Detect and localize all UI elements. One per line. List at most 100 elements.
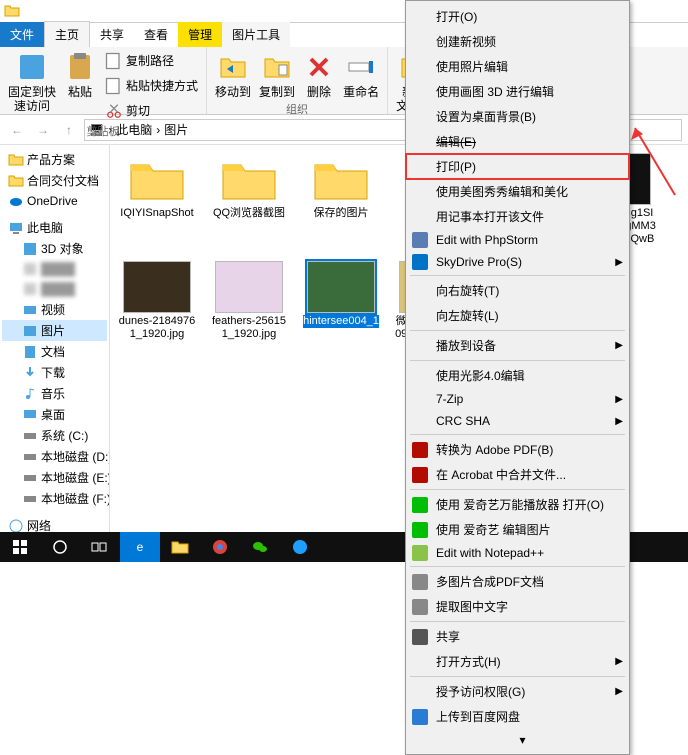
rename-button[interactable]: 重命名 <box>341 49 381 101</box>
menu-separator <box>410 621 625 622</box>
menu-item[interactable]: 打开(O) <box>406 4 629 29</box>
menu-item[interactable]: 多图片合成PDF文档 <box>406 569 629 594</box>
menu-item[interactable]: Edit with Notepad++ <box>406 542 629 564</box>
menu-item[interactable]: 向左旋转(L) <box>406 303 629 328</box>
menu-item-label: 创建新视频 <box>436 33 496 50</box>
tab-home[interactable]: 主页 <box>44 21 90 47</box>
tree-diskf[interactable]: 本地磁盘 (F:) <box>2 488 107 509</box>
file-item[interactable]: dunes-21849761_1920.jpg <box>118 261 196 355</box>
menu-item[interactable]: 播放到设备▶ <box>406 333 629 358</box>
menu-item-label: 播放到设备 <box>436 337 496 354</box>
tree-diske[interactable]: 本地磁盘 (E:) <box>2 467 107 488</box>
delete-button[interactable]: 删除 <box>301 49 337 101</box>
menu-item[interactable]: 共享 <box>406 624 629 649</box>
moveto-button[interactable]: 移动到 <box>213 49 253 101</box>
menu-item[interactable]: 打印(P) <box>406 154 629 179</box>
tree-downloads[interactable]: 下载 <box>2 362 107 383</box>
menu-item[interactable]: 使用 爱奇艺 编辑图片 <box>406 517 629 542</box>
pasteshortcut-button[interactable]: 粘贴快捷方式 <box>102 74 200 98</box>
tree-music[interactable]: 音乐 <box>2 383 107 404</box>
cut-button[interactable]: 剪切 <box>102 99 200 123</box>
submenu-arrow-icon: ▶ <box>615 656 623 667</box>
menu-separator <box>410 275 625 276</box>
tree-videos[interactable]: 视频 <box>2 299 107 320</box>
crumb-pictures[interactable]: 图片 <box>164 121 188 138</box>
menu-item[interactable]: 7-Zip▶ <box>406 388 629 410</box>
menu-item-label: 使用光影4.0编辑 <box>436 367 525 384</box>
file-item[interactable]: hintersee004_1 <box>302 261 380 355</box>
menu-item[interactable]: 打开方式(H)▶ <box>406 649 629 674</box>
tree-diskd[interactable]: 本地磁盘 (D:) <box>2 446 107 467</box>
tab-file[interactable]: 文件 <box>0 22 44 47</box>
crumb-pc[interactable]: 此电脑 <box>116 121 152 138</box>
menu-item[interactable]: 设置为桌面背景(B) <box>406 104 629 129</box>
file-item[interactable]: IQIYISnapShot <box>118 153 196 247</box>
context-menu[interactable]: 打开(O) 创建新视频使用照片编辑使用画图 3D 进行编辑设置为桌面背景(B)编辑… <box>405 0 630 755</box>
menu-item-label: 提取图中文字 <box>436 598 508 615</box>
nav-tree[interactable]: 产品方案 合同交付文档 OneDrive 此电脑 3D 对象 ████ ████… <box>0 145 110 539</box>
menu-item[interactable]: 使用画图 3D 进行编辑 <box>406 79 629 104</box>
app-icon[interactable] <box>280 532 320 562</box>
menu-separator <box>410 330 625 331</box>
menu-item-label: 使用美图秀秀编辑和美化 <box>436 183 568 200</box>
chrome-icon[interactable] <box>200 532 240 562</box>
tree-pictures[interactable]: 图片 <box>2 320 107 341</box>
menu-item[interactable]: 使用美图秀秀编辑和美化 <box>406 179 629 204</box>
menu-item[interactable]: SkyDrive Pro(S)▶ <box>406 251 629 273</box>
folder-icon <box>4 3 20 19</box>
menu-item[interactable]: 使用 爱奇艺万能播放器 打开(O) <box>406 492 629 517</box>
taskview-button[interactable] <box>80 532 120 562</box>
tree-thispc[interactable]: 此电脑 <box>2 217 107 238</box>
tree-quick1[interactable]: 产品方案 <box>2 149 107 170</box>
file-item[interactable]: feathers-256151_1920.jpg <box>210 261 288 355</box>
submenu-arrow-icon: ▶ <box>615 394 623 405</box>
menu-item[interactable]: 用记事本打开该文件 <box>406 204 629 229</box>
menu-item-label: 授予访问权限(G) <box>436 683 525 700</box>
tree-docs[interactable]: 文档 <box>2 341 107 362</box>
tree-sysc[interactable]: 系统 (C:) <box>2 425 107 446</box>
menu-item-label: 向右旋转(T) <box>436 282 499 299</box>
explorer-icon[interactable] <box>160 532 200 562</box>
cortana-button[interactable] <box>40 532 80 562</box>
tab-manage[interactable]: 管理 <box>178 22 222 47</box>
menu-item-icon <box>412 442 428 458</box>
file-item[interactable]: QQ浏览器截图 <box>210 153 288 247</box>
menu-item-label: 打印(P) <box>436 158 476 175</box>
menu-item[interactable]: 向右旋转(T) <box>406 278 629 303</box>
file-item[interactable]: 保存的图片 <box>302 153 380 247</box>
menu-item[interactable]: 在 Acrobat 中合并文件... <box>406 462 629 487</box>
wechat-icon[interactable] <box>240 532 280 562</box>
folder-icon <box>307 153 375 205</box>
menu-item[interactable]: 使用光影4.0编辑 <box>406 363 629 388</box>
menu-item-icon <box>412 629 428 645</box>
tab-share[interactable]: 共享 <box>90 22 134 47</box>
menu-item[interactable]: 授予访问权限(G)▶ <box>406 679 629 704</box>
tree-blurred2[interactable]: ████ <box>2 279 107 299</box>
edge-icon[interactable]: e <box>120 532 160 562</box>
menu-item[interactable]: 编辑(E) <box>406 129 629 154</box>
tree-onedrive[interactable]: OneDrive <box>2 191 107 211</box>
tree-3d[interactable]: 3D 对象 <box>2 238 107 259</box>
menu-item-label: 向左旋转(L) <box>436 307 499 324</box>
menu-item[interactable]: 创建新视频 <box>406 29 629 54</box>
tab-view[interactable]: 查看 <box>134 22 178 47</box>
pin-button[interactable]: 固定到快 速访问 <box>6 49 58 116</box>
menu-item[interactable]: 使用照片编辑 <box>406 54 629 79</box>
tab-picturetools[interactable]: 图片工具 <box>222 22 290 47</box>
menu-separator <box>410 360 625 361</box>
copyto-button[interactable]: 复制到 <box>257 49 297 101</box>
tree-desktop[interactable]: 桌面 <box>2 404 107 425</box>
group-organize-label: 组织 <box>286 101 308 117</box>
menu-item[interactable]: 上传到百度网盘 <box>406 704 629 729</box>
menu-item[interactable]: Edit with PhpStorm <box>406 229 629 251</box>
copypath-button[interactable]: 复制路径 <box>102 49 200 73</box>
menu-item-label: 多图片合成PDF文档 <box>436 573 544 590</box>
menu-item[interactable]: CRC SHA▶ <box>406 410 629 432</box>
menu-more[interactable]: ▾ <box>406 729 629 751</box>
tree-quick2[interactable]: 合同交付文档 <box>2 170 107 191</box>
menu-item[interactable]: 转换为 Adobe PDF(B) <box>406 437 629 462</box>
tree-blurred1[interactable]: ████ <box>2 259 107 279</box>
menu-item[interactable]: 提取图中文字 <box>406 594 629 619</box>
paste-button[interactable]: 粘贴 <box>62 49 98 101</box>
start-button[interactable] <box>0 532 40 562</box>
